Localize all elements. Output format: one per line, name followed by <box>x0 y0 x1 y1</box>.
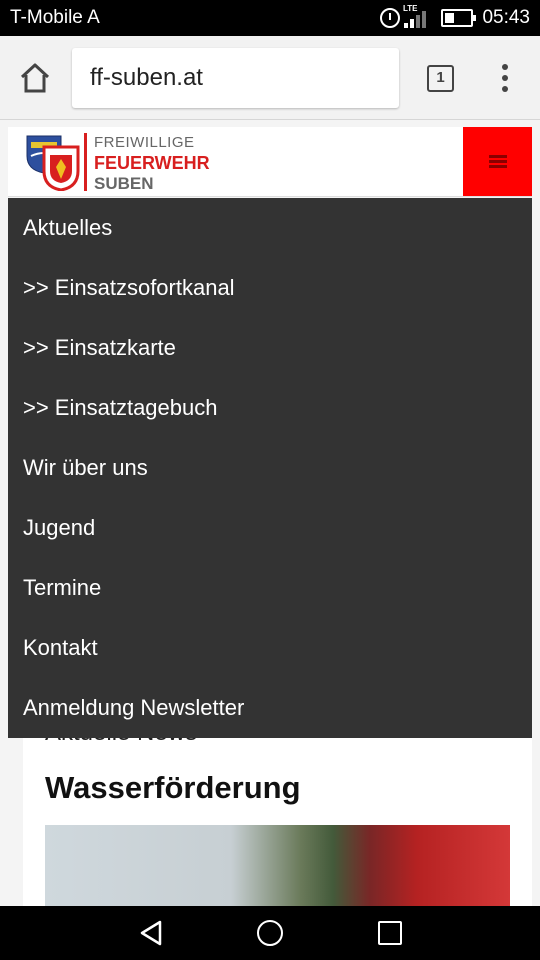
menu-toggle-button[interactable] <box>463 127 532 196</box>
status-bar: T-Mobile A LTE 05:43 <box>0 0 540 36</box>
overflow-menu-icon[interactable] <box>498 64 512 94</box>
address-bar[interactable]: ff-suben.at <box>72 48 399 108</box>
tab-switcher-button[interactable]: 1 <box>427 65 454 92</box>
fire-brigade-emblem-icon <box>42 145 80 192</box>
url-text[interactable]: ff-suben.at <box>90 64 203 92</box>
home-icon[interactable] <box>18 62 52 94</box>
nav-item-aktuelles[interactable]: Aktuelles <box>8 198 532 258</box>
nav-item-kontakt[interactable]: Kontakt <box>8 618 532 678</box>
browser-toolbar: ff-suben.at 1 <box>0 36 540 120</box>
site-header: FREIWILLIGE FEUERWEHR SUBEN <box>8 127 532 197</box>
post-title[interactable]: Wasserförderung <box>45 770 301 806</box>
news-card: Aktuelle News Wasserförderung <box>23 710 532 906</box>
tab-count: 1 <box>436 69 445 86</box>
nav-item-termine[interactable]: Termine <box>8 558 532 618</box>
logo-text-freiwillige: FREIWILLIGE <box>94 134 195 151</box>
web-page: FREIWILLIGE FEUERWEHR SUBEN Aktuelle New… <box>0 120 540 906</box>
post-image[interactable] <box>45 825 510 906</box>
system-navigation-bar <box>0 906 540 960</box>
nav-item-einsatzsofortkanal[interactable]: >> Einsatzsofortkanal <box>8 258 532 318</box>
clock: 05:43 <box>482 7 530 28</box>
logo-text-feuerwehr: FEUERWEHR <box>94 153 210 173</box>
home-circle-icon[interactable] <box>257 920 283 946</box>
logo-divider <box>84 133 87 191</box>
nav-item-einsatzkarte[interactable]: >> Einsatzkarte <box>8 318 532 378</box>
signal-icon <box>404 10 434 28</box>
hamburger-icon <box>489 155 507 169</box>
nav-item-anmeldung-newsletter[interactable]: Anmeldung Newsletter <box>8 678 532 738</box>
navigation-menu: Aktuelles >> Einsatzsofortkanal >> Einsa… <box>8 198 532 738</box>
recent-apps-icon[interactable] <box>378 921 402 945</box>
alarm-icon <box>380 8 400 28</box>
nav-item-wir-ueber-uns[interactable]: Wir über uns <box>8 438 532 498</box>
nav-item-jugend[interactable]: Jugend <box>8 498 532 558</box>
battery-icon <box>441 9 476 27</box>
nav-item-einsatztagebuch[interactable]: >> Einsatztagebuch <box>8 378 532 438</box>
logo-text-suben: SUBEN <box>94 174 154 193</box>
back-icon[interactable] <box>138 920 164 946</box>
carrier-name: T-Mobile A <box>10 7 100 28</box>
